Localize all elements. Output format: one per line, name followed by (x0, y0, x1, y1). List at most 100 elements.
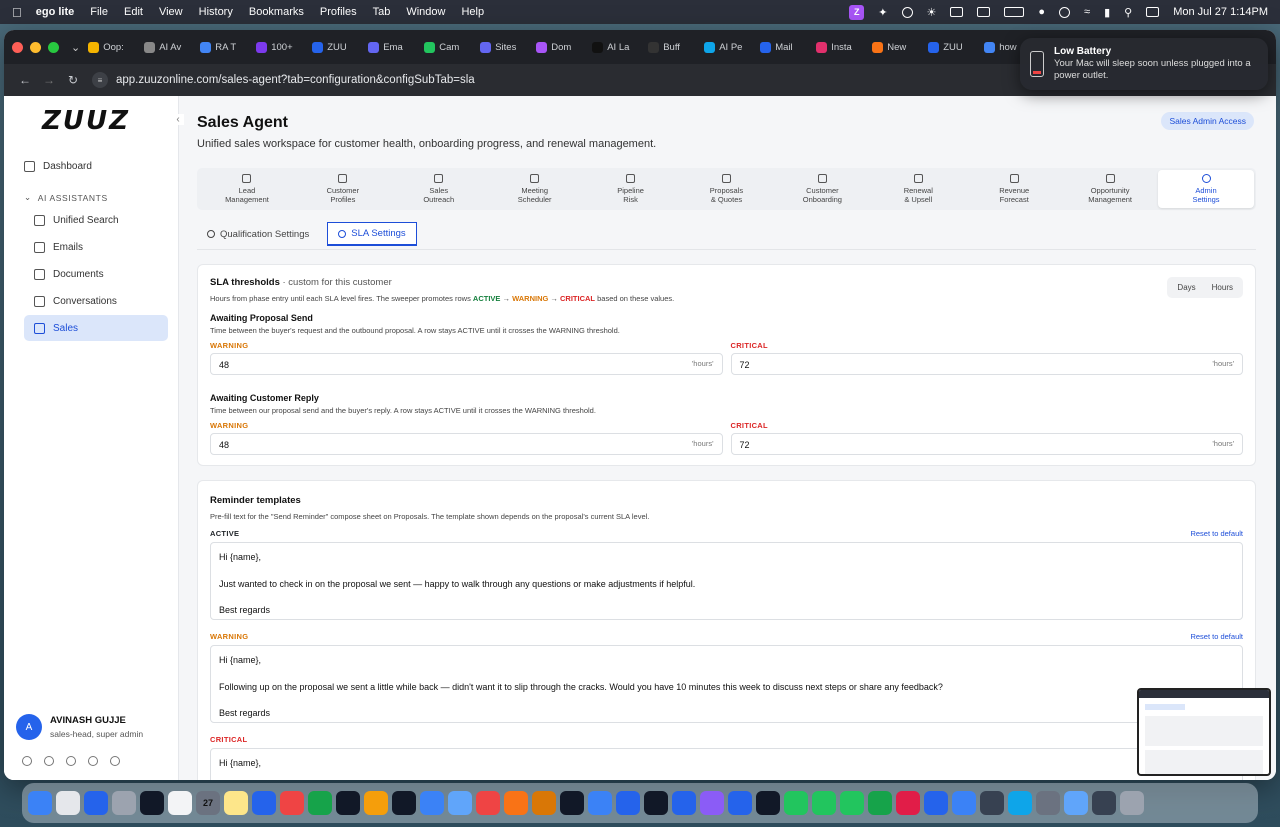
menu-tab[interactable]: Tab (373, 6, 391, 18)
keyboard-icon[interactable] (950, 7, 964, 17)
dock-app-icon[interactable] (728, 791, 752, 815)
dock-app-icon[interactable] (868, 791, 892, 815)
dock-app-icon[interactable] (364, 791, 388, 815)
dock-app-icon[interactable] (644, 791, 668, 815)
dock-app-icon[interactable] (812, 791, 836, 815)
dock-app-icon[interactable] (112, 791, 136, 815)
sidebar-item-emails[interactable]: Emails (24, 234, 168, 260)
dock-app-icon[interactable] (840, 791, 864, 815)
browser-tab[interactable]: Dom (536, 41, 590, 53)
menubar-clock[interactable]: Mon Jul 27 1:14PM (1173, 6, 1268, 18)
info-icon[interactable] (44, 756, 54, 766)
tab-revenue-forecast[interactable]: Revenue Forecast (966, 170, 1062, 208)
sidebar-item-documents[interactable]: Documents (24, 261, 168, 287)
dock-app-icon[interactable] (896, 791, 920, 815)
sidebar-item-conversations[interactable]: Conversations (24, 288, 168, 314)
site-settings-icon[interactable]: ≡ (92, 72, 108, 88)
menu-profiles[interactable]: Profiles (320, 6, 357, 18)
tab-admin-settings[interactable]: Admin Settings (1158, 170, 1254, 208)
unit-days-button[interactable]: Days (1169, 279, 1203, 296)
warning-hours-input[interactable]: 48 'hours' (210, 433, 723, 455)
browser-tab[interactable]: Cam (424, 41, 478, 53)
reset-to-default-link[interactable]: Reset to default (1190, 632, 1243, 641)
battery-icon[interactable] (1004, 7, 1025, 17)
screen-mirror-icon[interactable] (977, 7, 991, 17)
menu-bookmarks[interactable]: Bookmarks (249, 6, 304, 18)
dock-app-icon[interactable] (476, 791, 500, 815)
control-center-icon[interactable] (1146, 7, 1160, 17)
low-battery-notification[interactable]: Low Battery Your Mac will sleep soon unl… (1020, 38, 1268, 90)
dock-app-icon[interactable] (1036, 791, 1060, 815)
tab-lead-management[interactable]: Lead Management (199, 170, 295, 208)
settings-sliders-icon[interactable] (88, 756, 98, 766)
unit-hours-button[interactable]: Hours (1204, 279, 1241, 296)
dock-app-icon[interactable] (1120, 791, 1144, 815)
browser-tab[interactable]: Ema (368, 41, 422, 53)
close-window-button[interactable] (12, 41, 23, 53)
dock-app-icon[interactable] (56, 791, 80, 815)
browser-tab[interactable]: New (872, 41, 926, 53)
browser-tab[interactable]: Mail (760, 41, 814, 53)
dock-app-icon[interactable] (280, 791, 304, 815)
critical-hours-input[interactable]: 72 'hours' (730, 433, 1243, 455)
browser-tab[interactable]: RA T (200, 41, 254, 53)
dock-app-icon[interactable] (420, 791, 444, 815)
help-icon[interactable] (22, 756, 32, 766)
dock-app-icon[interactable] (1092, 791, 1116, 815)
dock-app-icon[interactable] (308, 791, 332, 815)
user-profile[interactable]: A AVINASH GUJJE sales-head, super admin (16, 714, 143, 740)
dock-app-icon[interactable] (504, 791, 528, 815)
menu-file[interactable]: File (90, 6, 108, 18)
dock-app-icon[interactable] (84, 791, 108, 815)
zuuz-logo[interactable]: ZUUZ (4, 102, 178, 140)
dock-app-icon[interactable] (532, 791, 556, 815)
dock-app-icon[interactable] (252, 791, 276, 815)
browser-tab[interactable]: ZUU (928, 41, 982, 53)
sparkle-icon[interactable]: ✦ (878, 6, 887, 19)
user-icon[interactable]: ● (1038, 6, 1045, 18)
browser-tab[interactable]: Sites (480, 41, 534, 53)
browser-tab[interactable]: AI Av (144, 41, 198, 53)
dock-app-icon[interactable] (672, 791, 696, 815)
tab-customer-onboarding[interactable]: Customer Onboarding (774, 170, 870, 208)
dock-app-icon[interactable] (1064, 791, 1088, 815)
menu-window[interactable]: Window (406, 6, 445, 18)
browser-tab[interactable]: Buff (648, 41, 702, 53)
tab-proposals-quotes[interactable]: Proposals & Quotes (679, 170, 775, 208)
tab-customer-profiles[interactable]: Customer Profiles (295, 170, 391, 208)
dock-app-icon[interactable] (168, 791, 192, 815)
ai-assistants-section[interactable]: ⌄ AI ASSISTANTS (24, 192, 178, 203)
tab-meeting-scheduler[interactable]: Meeting Scheduler (487, 170, 583, 208)
dock-app-icon[interactable] (224, 791, 248, 815)
url-field[interactable]: app.zuuzonline.com/sales-agent?tab=confi… (116, 74, 475, 86)
dock-app-icon[interactable] (952, 791, 976, 815)
dock-app-icon[interactable] (28, 791, 52, 815)
dock-app-icon[interactable] (980, 791, 1004, 815)
dock-app-icon[interactable] (924, 791, 948, 815)
template-textarea-warning[interactable]: Hi {name}, Following up on the proposal … (210, 645, 1243, 723)
app-menu[interactable]: ego lite (36, 6, 75, 18)
search-icon[interactable]: ⚲ (1124, 6, 1132, 19)
dock-app-icon[interactable] (784, 791, 808, 815)
reload-icon[interactable]: ↻ (62, 73, 84, 87)
dock-app-icon[interactable] (336, 791, 360, 815)
cloud-icon[interactable] (901, 6, 913, 18)
template-textarea-critical[interactable]: Hi {name}, (210, 748, 1243, 780)
warning-hours-input[interactable]: 48 'hours' (210, 353, 723, 375)
play-icon[interactable] (1059, 6, 1071, 18)
key-icon[interactable] (66, 756, 76, 766)
dock-app-icon[interactable] (700, 791, 724, 815)
forward-icon[interactable]: → (38, 73, 60, 87)
dock-app-icon[interactable] (756, 791, 780, 815)
calendar-icon[interactable]: 27 (196, 791, 220, 815)
sidebar-item-sales[interactable]: Sales (24, 315, 168, 341)
logout-icon[interactable] (110, 756, 120, 766)
tab-sales-outreach[interactable]: Sales Outreach (391, 170, 487, 208)
screenshot-thumbnail[interactable] (1137, 688, 1271, 776)
browser-tab[interactable]: Insta (816, 41, 870, 53)
zuuz-status-icon[interactable]: Z (849, 4, 865, 20)
tab-qualification-settings[interactable]: Qualification Settings (197, 222, 319, 246)
browser-tab[interactable]: Oop: (88, 41, 142, 53)
wifi-icon[interactable]: ≈ (1084, 6, 1090, 18)
dock-app-icon[interactable] (616, 791, 640, 815)
